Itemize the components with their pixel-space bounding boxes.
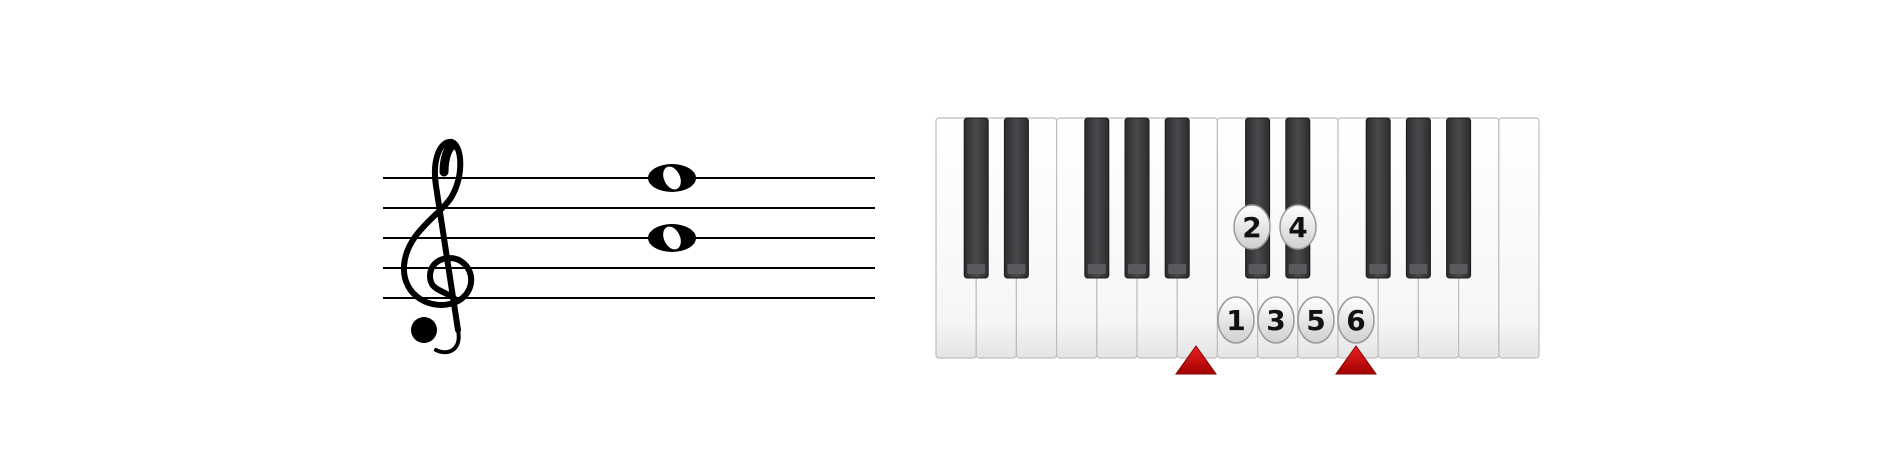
music-diagram: 2 4 1 3 5 6 <box>383 117 1540 375</box>
finger-number: 1 <box>1226 304 1245 337</box>
music-staff <box>383 138 875 355</box>
black-key <box>963 117 989 279</box>
black-key-highlight <box>1288 264 1307 274</box>
black-key <box>1446 117 1472 279</box>
finger-number: 6 <box>1346 304 1365 337</box>
whole-note <box>648 224 696 252</box>
finger-badge: 5 <box>1297 296 1335 344</box>
finger-badge: 1 <box>1217 296 1255 344</box>
whole-note <box>648 164 696 192</box>
piano-keyboard: 2 4 1 3 5 6 <box>935 117 1540 375</box>
black-key-highlight <box>1087 264 1106 274</box>
finger-number: 4 <box>1288 211 1307 244</box>
black-key <box>1124 117 1150 279</box>
black-key <box>1164 117 1190 279</box>
black-key-highlight <box>1168 264 1187 274</box>
black-key <box>1003 117 1029 279</box>
black-key <box>1245 117 1271 279</box>
black-key-highlight <box>1128 264 1146 274</box>
black-key <box>1405 117 1431 279</box>
black-key <box>1365 117 1391 279</box>
finger-number: 5 <box>1306 304 1325 337</box>
finger-number: 2 <box>1242 211 1261 244</box>
finger-badge: 4 <box>1279 204 1317 250</box>
black-key <box>1285 117 1311 279</box>
finger-badge: 6 <box>1337 296 1375 344</box>
white-key <box>1498 117 1540 359</box>
treble-clef-icon <box>400 138 474 355</box>
finger-badge: 2 <box>1233 204 1271 250</box>
finger-badge: 3 <box>1257 296 1295 344</box>
finger-number: 3 <box>1266 304 1285 337</box>
black-key-highlight <box>1449 264 1468 274</box>
black-key <box>1084 117 1110 279</box>
staff-lines <box>383 177 875 299</box>
black-key-highlight <box>967 264 986 274</box>
black-key-highlight <box>1409 264 1428 274</box>
black-key-highlight <box>1248 264 1267 274</box>
black-key-highlight <box>1369 264 1388 274</box>
black-key-highlight <box>1007 264 1026 274</box>
